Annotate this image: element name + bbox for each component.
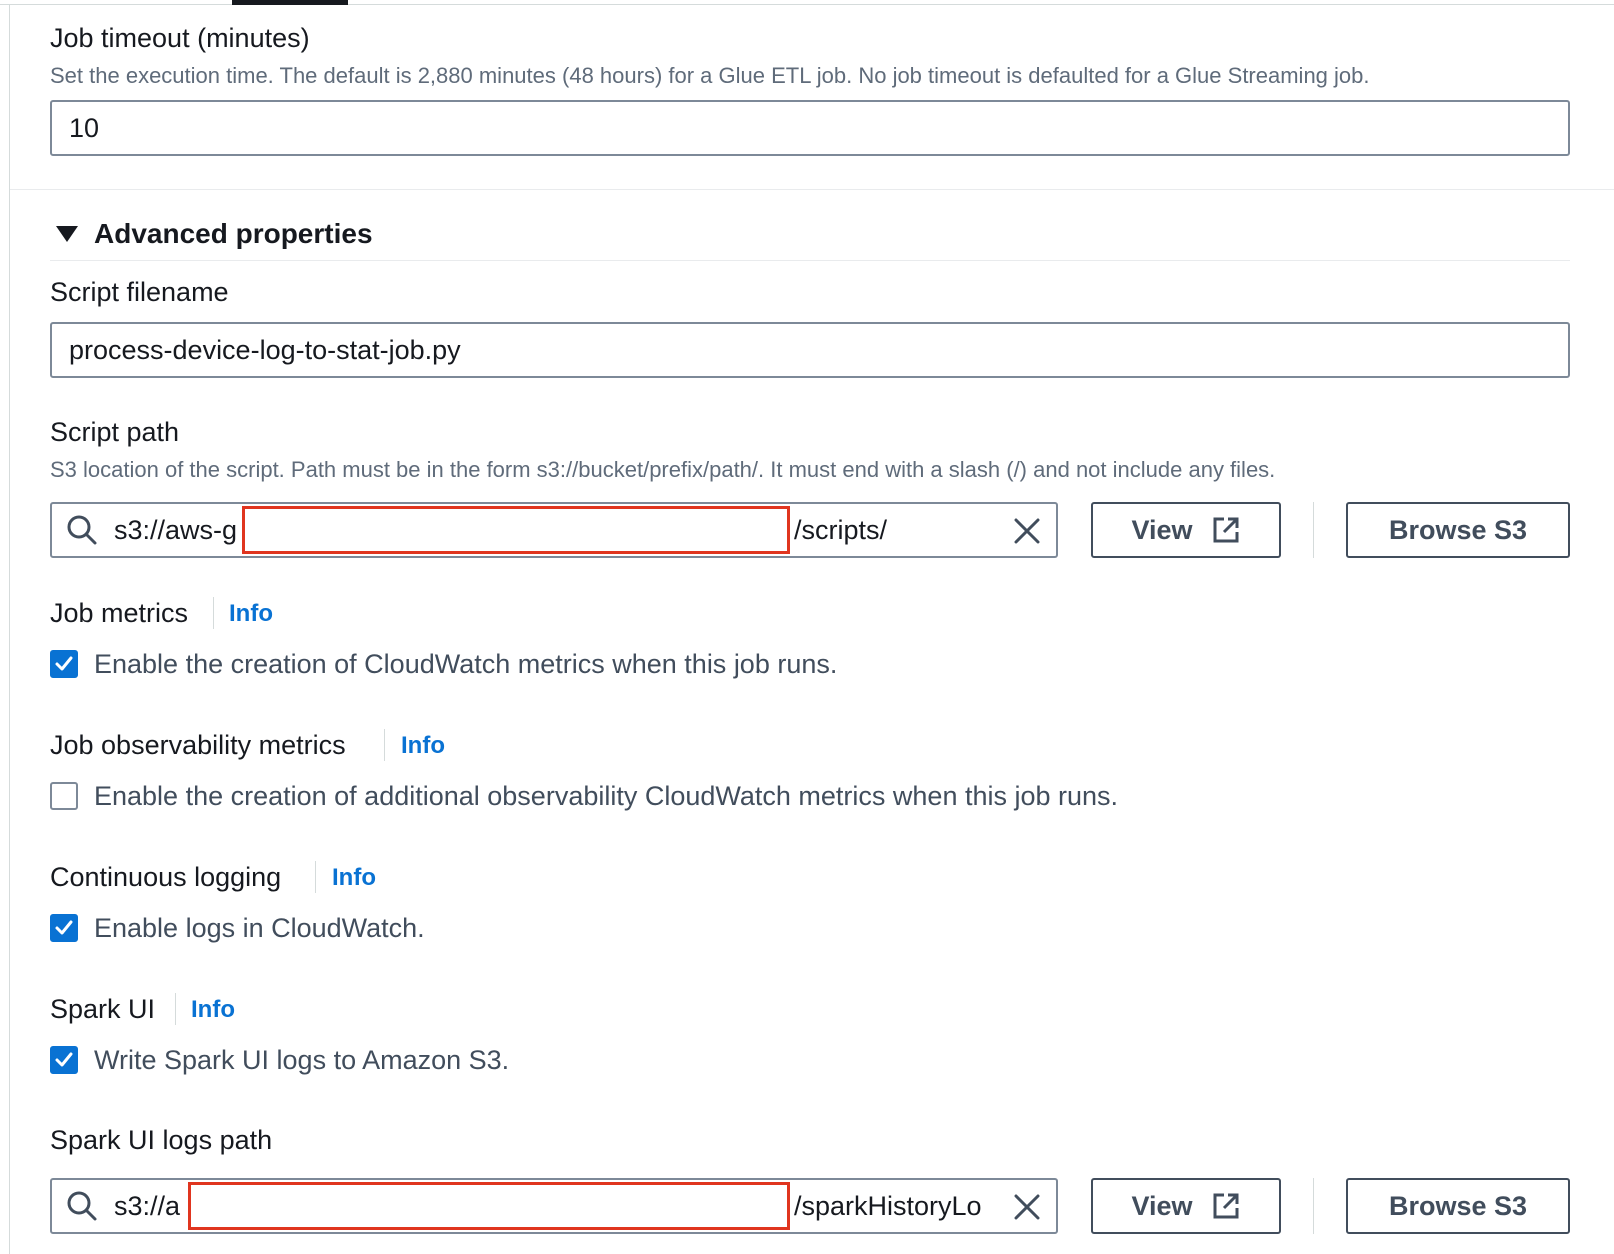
close-icon[interactable] <box>1012 516 1042 546</box>
script-path-value-suffix: /scripts/ <box>794 515 888 545</box>
external-link-icon <box>1213 517 1239 543</box>
checkmark-icon <box>55 920 73 935</box>
redaction-box <box>188 1182 790 1230</box>
spark-ui-label: Spark UI <box>50 994 156 1024</box>
job-observability-metrics-info-link[interactable]: Info <box>401 730 445 762</box>
active-tab-indicator <box>232 0 348 5</box>
script-filename-label: Script filename <box>50 277 229 307</box>
script-path-view-button[interactable]: View <box>1091 502 1281 558</box>
job-metrics-checkbox[interactable] <box>50 650 78 678</box>
search-icon <box>67 515 97 545</box>
spark-ui-logs-path-value-prefix: s3://a <box>114 1191 181 1221</box>
spark-ui-logs-path-view-button[interactable]: View <box>1091 1178 1281 1234</box>
caret-down-icon <box>56 226 78 242</box>
advanced-properties-expander[interactable]: Advanced properties <box>56 218 373 250</box>
script-path-label: Script path <box>50 417 180 447</box>
spark-ui-checkbox[interactable] <box>50 1046 78 1074</box>
info-divider <box>213 597 214 629</box>
job-timeout-label: Job timeout (minutes) <box>50 23 310 53</box>
spark-ui-logs-path-label: Spark UI logs path <box>50 1125 273 1155</box>
job-observability-metrics-label: Job observability metrics <box>50 730 346 760</box>
continuous-logging-checkbox[interactable] <box>50 914 78 942</box>
button-divider <box>1313 1178 1314 1234</box>
job-observability-metrics-checkbox[interactable] <box>50 782 78 810</box>
continuous-logging-info-link[interactable]: Info <box>332 862 376 894</box>
spark-ui-logs-path-value-suffix: /sparkHistoryLo <box>794 1191 982 1221</box>
job-metrics-checkbox-label: Enable the creation of CloudWatch metric… <box>94 649 838 679</box>
script-filename-input[interactable] <box>50 322 1570 378</box>
section-divider <box>10 189 1614 190</box>
job-metrics-label: Job metrics <box>50 598 189 628</box>
info-divider <box>315 861 316 893</box>
continuous-logging-checkbox-label: Enable logs in CloudWatch. <box>94 913 425 943</box>
view-button-label: View <box>1131 1190 1193 1221</box>
info-divider <box>175 993 176 1025</box>
script-path-description: S3 location of the script. Path must be … <box>50 457 1276 482</box>
panel-left-border <box>9 5 10 1254</box>
spark-ui-info-link[interactable]: Info <box>191 994 235 1026</box>
continuous-logging-label: Continuous logging <box>50 862 282 892</box>
search-icon <box>67 1191 97 1221</box>
script-path-input[interactable]: s3://aws-g /scripts/ <box>50 502 1058 558</box>
checkmark-icon <box>55 1052 73 1067</box>
close-icon[interactable] <box>1012 1192 1042 1222</box>
script-path-value-prefix: s3://aws-g <box>114 515 238 545</box>
job-metrics-info-link[interactable]: Info <box>229 598 273 630</box>
button-divider <box>1313 502 1314 558</box>
job-observability-metrics-checkbox-label: Enable the creation of additional observ… <box>94 781 1119 811</box>
job-timeout-description: Set the execution time. The default is 2… <box>50 63 1370 88</box>
advanced-properties-title: Advanced properties <box>94 218 373 249</box>
script-path-browse-s3-button[interactable]: Browse S3 <box>1346 502 1570 558</box>
redaction-box <box>242 506 790 554</box>
advanced-divider <box>50 260 1570 261</box>
spark-ui-logs-path-input[interactable]: s3://a /sparkHistoryLo <box>50 1178 1058 1234</box>
spark-ui-checkbox-label: Write Spark UI logs to Amazon S3. <box>94 1045 510 1075</box>
external-link-icon <box>1213 1193 1239 1219</box>
job-timeout-input[interactable] <box>50 100 1570 156</box>
spark-ui-logs-path-browse-s3-button[interactable]: Browse S3 <box>1346 1178 1570 1234</box>
info-divider <box>384 729 385 761</box>
checkmark-icon <box>55 656 73 671</box>
view-button-label: View <box>1131 514 1193 545</box>
